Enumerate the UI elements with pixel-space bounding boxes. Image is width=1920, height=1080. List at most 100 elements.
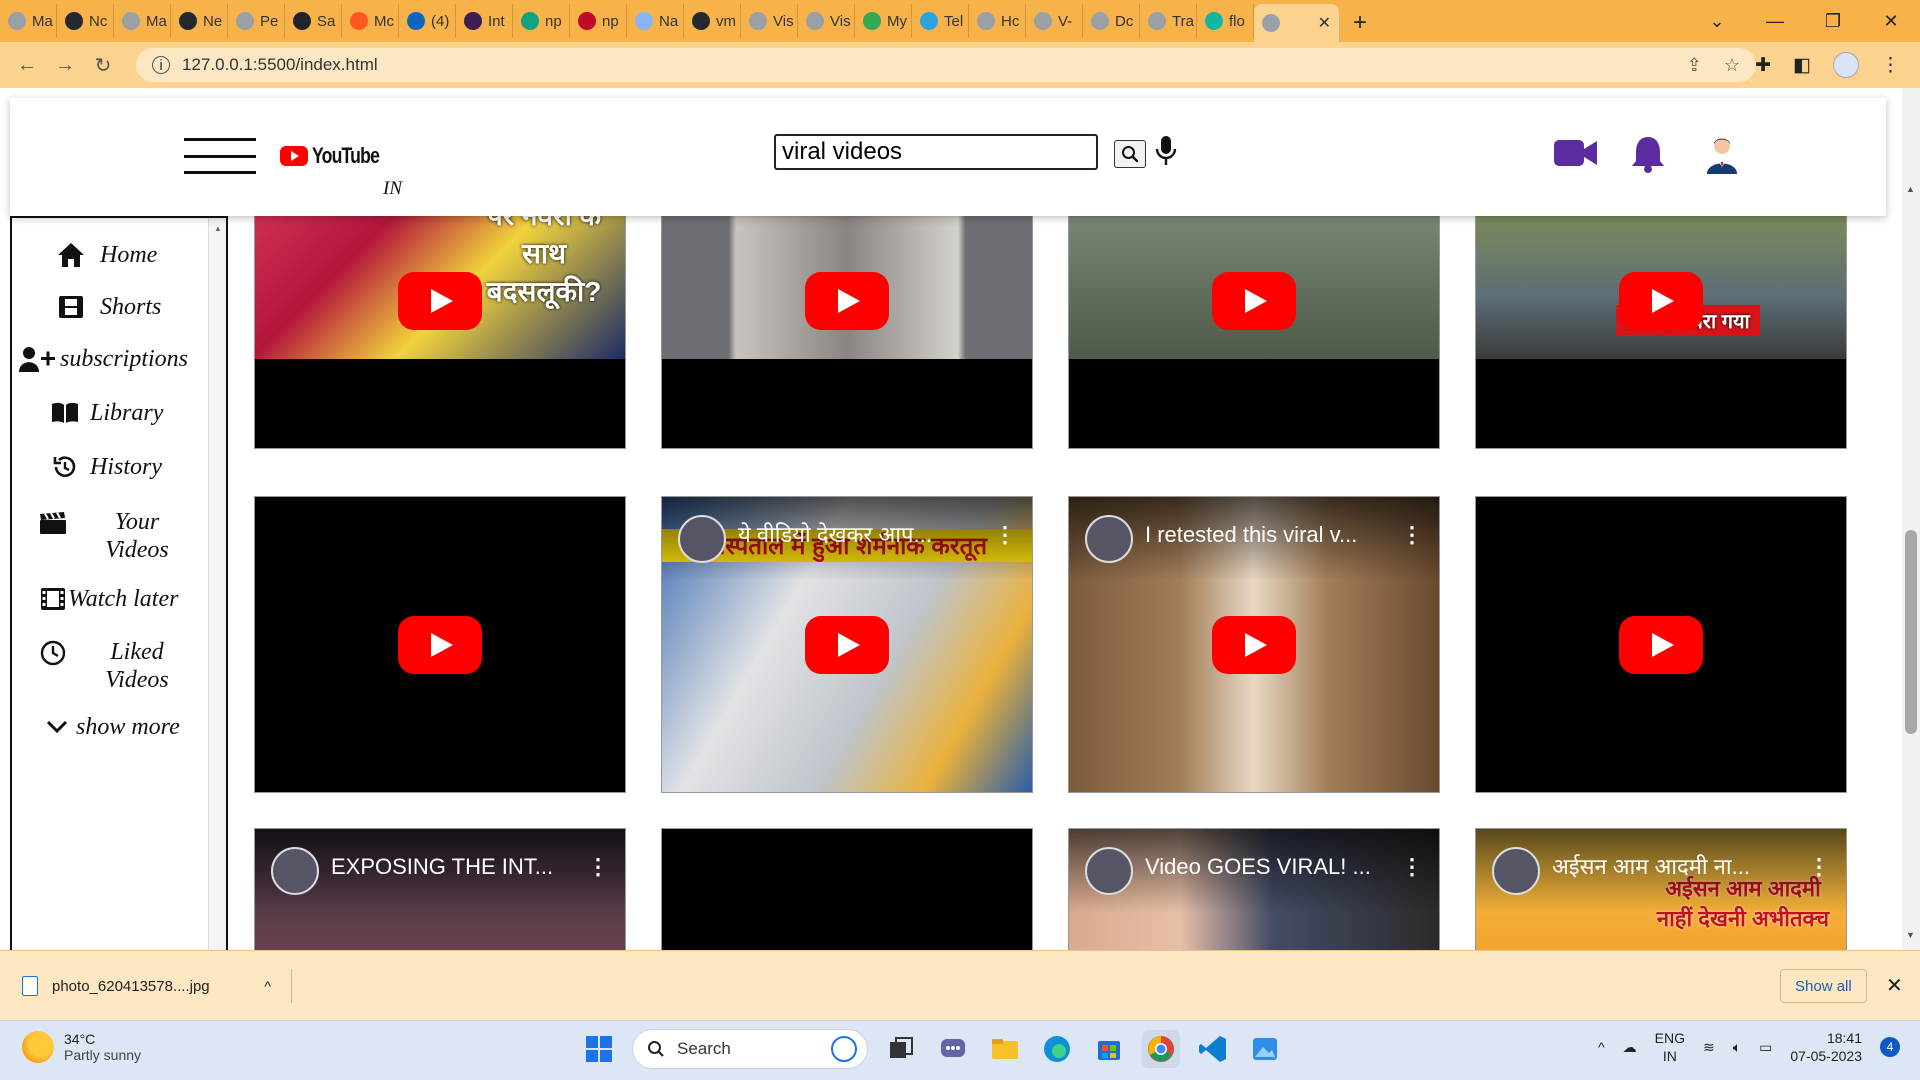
channel-avatar[interactable] <box>1085 847 1133 895</box>
scroll-up-arrow[interactable]: ▲ <box>1906 184 1915 194</box>
more-options-icon[interactable]: ⋮ <box>1808 847 1830 887</box>
notification-badge[interactable]: 4 <box>1880 1037 1900 1057</box>
video-camera-icon[interactable] <box>1554 138 1598 168</box>
back-button[interactable]: ← <box>8 54 46 77</box>
sidebar-item-history[interactable]: History <box>50 452 246 482</box>
more-options-icon[interactable]: ⋮ <box>587 847 609 887</box>
browser-tab[interactable]: Sa <box>285 4 342 38</box>
reload-button[interactable]: ↻ <box>84 53 122 78</box>
youtube-logo[interactable]: YouTube <box>280 143 396 169</box>
browser-tab[interactable]: Tel <box>912 4 969 38</box>
play-button-icon[interactable] <box>1619 615 1703 674</box>
browser-tab[interactable]: (4) <box>399 4 456 38</box>
site-info-icon[interactable]: i <box>152 56 170 74</box>
menu-hamburger-icon[interactable] <box>184 138 256 174</box>
browser-tab[interactable]: Mc <box>342 4 399 38</box>
task-view-icon[interactable] <box>882 1030 920 1068</box>
sidebar-item-home[interactable]: Home <box>56 240 252 270</box>
play-button-icon[interactable] <box>1619 271 1703 330</box>
photos-app-icon[interactable] <box>1246 1030 1284 1068</box>
browser-tab[interactable]: Na <box>627 4 684 38</box>
browser-tab[interactable]: Dc <box>1083 4 1140 38</box>
play-button-icon[interactable] <box>805 615 889 674</box>
address-bar[interactable]: i 127.0.0.1:5500/index.html ⇪ ☆ <box>136 48 1756 82</box>
notification-bell-icon[interactable] <box>1630 134 1666 174</box>
download-filename[interactable]: photo_620413578....jpg <box>52 978 210 995</box>
extensions-icon[interactable]: ✚ <box>1755 54 1771 77</box>
vscode-icon[interactable] <box>1194 1030 1232 1068</box>
chrome-icon[interactable] <box>1142 1030 1180 1068</box>
forward-button[interactable]: → <box>46 54 84 77</box>
browser-tab[interactable]: np <box>570 4 627 38</box>
url-text[interactable]: 127.0.0.1:5500/index.html <box>182 55 378 75</box>
video-card[interactable] <box>1475 496 1847 793</box>
language-indicator[interactable]: ENG IN <box>1655 1029 1685 1065</box>
volume-icon[interactable]: 🔈︎ <box>1733 1039 1741 1056</box>
taskbar-search[interactable]: Search <box>632 1029 868 1069</box>
play-button-icon[interactable] <box>805 271 889 330</box>
browser-tab[interactable]: Vis <box>741 4 798 38</box>
show-all-button[interactable]: Show all <box>1780 969 1867 1003</box>
teams-chat-icon[interactable] <box>934 1030 972 1068</box>
close-window-button[interactable]: ✕ <box>1862 11 1920 32</box>
user-avatar-icon[interactable] <box>1704 134 1740 174</box>
bookmark-star-icon[interactable]: ☆ <box>1724 55 1740 76</box>
active-browser-tab[interactable]: ✕ <box>1254 4 1340 42</box>
video-title[interactable]: Video GOES VIRAL! ... <box>1145 847 1389 887</box>
file-explorer-icon[interactable] <box>986 1030 1024 1068</box>
more-options-icon[interactable]: ⋮ <box>1401 847 1423 887</box>
sidebar-item-watch-later[interactable]: Watch later <box>38 584 234 614</box>
video-card[interactable]: Video GOES VIRAL! ... ⋮ <box>1068 828 1440 950</box>
tab-search-icon[interactable]: ⌄ <box>1688 11 1746 32</box>
network-cloud-icon[interactable]: ☁ <box>1623 1039 1637 1056</box>
sidebar-item-liked-videos[interactable]: Liked Videos <box>38 638 234 694</box>
channel-avatar[interactable] <box>271 847 319 895</box>
channel-avatar[interactable] <box>1492 847 1540 895</box>
side-panel-icon[interactable]: ◧ <box>1793 54 1811 77</box>
browser-tab[interactable]: Hc <box>969 4 1026 38</box>
video-title[interactable]: अईसन आम आदमी ना... <box>1552 847 1796 887</box>
chevron-up-icon[interactable]: ^ <box>264 978 271 994</box>
weather-widget[interactable]: 34°C Partly sunny <box>22 1031 141 1063</box>
browser-tab[interactable]: Pe <box>228 4 285 38</box>
browser-tab[interactable]: My <box>855 4 912 38</box>
sidebar-item-subscriptions[interactable]: subscriptions <box>18 344 214 374</box>
video-title[interactable]: I retested this viral v... <box>1145 515 1389 555</box>
video-title[interactable]: ये वीडियो देखकर आप... <box>738 515 982 555</box>
close-download-bar-icon[interactable]: ✕ <box>1886 973 1903 998</box>
windows-start-icon[interactable] <box>580 1030 618 1068</box>
play-button-icon[interactable] <box>398 615 482 674</box>
browser-tab[interactable]: vm <box>684 4 741 38</box>
search-button[interactable] <box>1114 140 1146 168</box>
more-options-icon[interactable]: ⋮ <box>1401 515 1423 555</box>
video-thumbnail[interactable] <box>662 829 1032 950</box>
browser-tab[interactable]: Ma <box>0 4 57 38</box>
maximize-button[interactable]: ❐ <box>1804 11 1862 32</box>
browser-tab[interactable]: Ma <box>114 4 171 38</box>
microsoft-store-icon[interactable] <box>1090 1030 1128 1068</box>
microphone-icon[interactable] <box>1154 134 1178 168</box>
sidebar-item-your-videos[interactable]: Your Videos <box>38 508 234 564</box>
video-card[interactable] <box>661 828 1033 950</box>
browser-tab[interactable]: flo <box>1197 4 1254 38</box>
search-input[interactable] <box>774 134 1098 170</box>
channel-avatar[interactable] <box>678 515 726 563</box>
video-card[interactable]: EXPOSING THE INT... ⋮ <box>254 828 626 950</box>
browser-tab[interactable]: Vis <box>798 4 855 38</box>
new-tab-button[interactable]: + <box>1340 4 1380 42</box>
scroll-down-arrow[interactable]: ▼ <box>1906 930 1915 940</box>
clock[interactable]: 18:41 07-05-2023 <box>1790 1029 1862 1065</box>
scrollbar-thumb[interactable] <box>1905 530 1917 734</box>
close-tab-icon[interactable]: ✕ <box>1318 13 1331 33</box>
browser-tab[interactable]: V- <box>1026 4 1083 38</box>
download-item[interactable]: photo_620413578....jpg ^ <box>22 969 292 1003</box>
page-scrollbar[interactable]: ▲ ▼ <box>1902 88 1920 950</box>
more-options-icon[interactable]: ⋮ <box>994 515 1016 555</box>
sidebar-item-shorts[interactable]: Shorts <box>56 292 252 322</box>
battery-icon[interactable]: ▭ <box>1759 1039 1772 1056</box>
profile-avatar[interactable] <box>1833 52 1859 78</box>
browser-tab[interactable]: Tra <box>1140 4 1197 38</box>
hidden-icons-chevron[interactable]: ^ <box>1598 1039 1605 1055</box>
browser-menu-icon[interactable]: ⋮ <box>1881 54 1900 77</box>
play-button-icon[interactable] <box>398 271 482 330</box>
